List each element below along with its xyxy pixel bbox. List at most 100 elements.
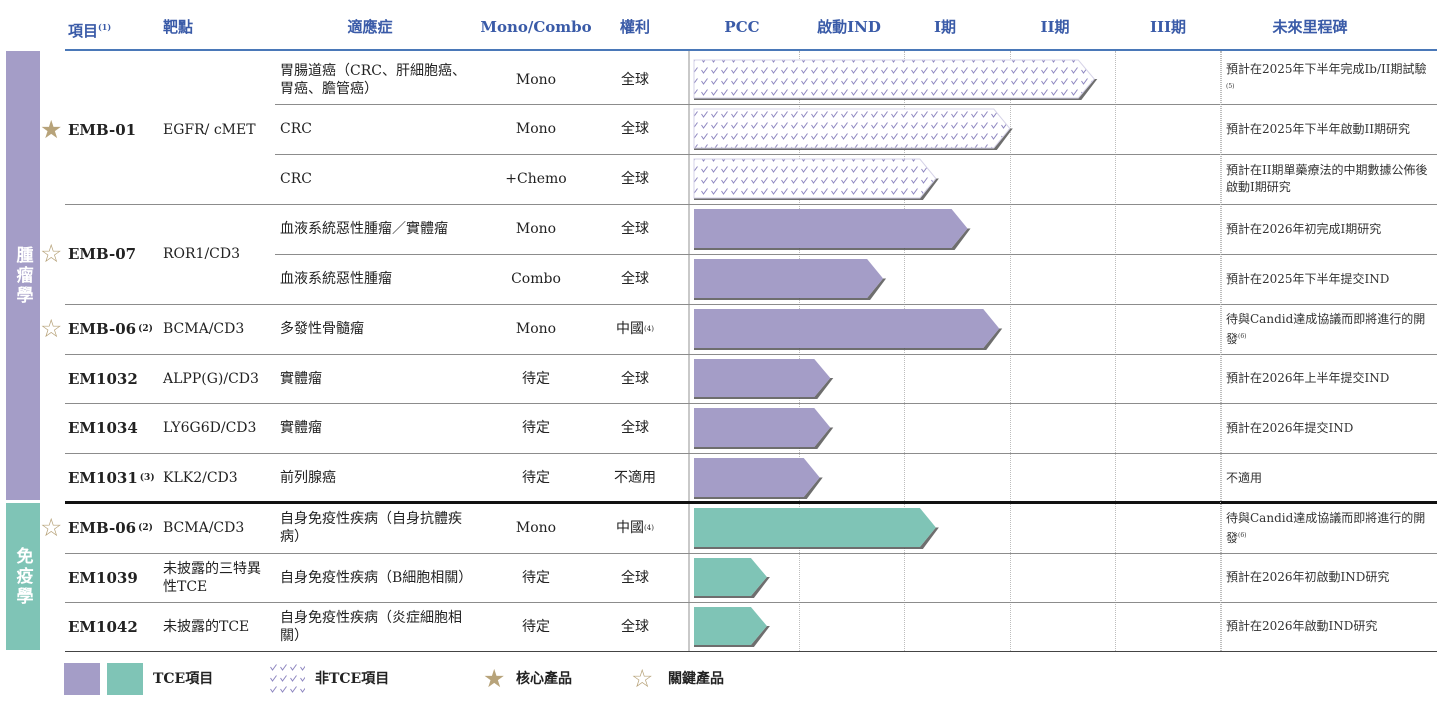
rights-cell: 全球 xyxy=(600,104,670,154)
rights-text: 全球 xyxy=(621,71,649,88)
row-line-bottom xyxy=(65,651,1437,652)
legend-tce-label: TCE項目 xyxy=(153,671,214,687)
indication-cell: 自身免疫性疾病（B細胞相關） xyxy=(280,553,476,602)
mono-combo-cell: Mono xyxy=(480,204,592,254)
mono-combo-cell: Mono xyxy=(480,304,592,354)
target-cell: LY6G6D/CD3 xyxy=(163,403,268,453)
mono-combo-text: Combo xyxy=(511,271,561,287)
indication-cell: 胃腸道癌（CRC、肝細胞癌、胃癌、膽管癌） xyxy=(280,55,476,104)
mono-combo-text: Mono xyxy=(515,71,557,88)
indication-cell: 自身免疫性疾病（自身抗體疾病） xyxy=(280,503,476,553)
milestone-text-wrap: 預計在2026年初完成I期研究 xyxy=(1226,221,1381,238)
indication-cell: CRC xyxy=(280,154,476,204)
rights-note: (4) xyxy=(644,524,654,532)
project-name: EMB-06 (2) xyxy=(68,304,163,354)
rights-cell: 全球 xyxy=(600,204,670,254)
mono-combo-cell: Mono xyxy=(480,55,592,104)
mono-combo-text: 待定 xyxy=(522,618,550,635)
milestone-text: 待與Candid達成協議而即將進行的開發 xyxy=(1226,311,1426,346)
rights-text: 全球 xyxy=(621,618,649,635)
target-cell: ROR1/CD3 xyxy=(163,204,268,304)
project-name: EM1034 xyxy=(68,403,163,453)
pipeline-bar-5 xyxy=(694,309,1000,348)
legend-core-label: 核心產品 xyxy=(516,671,572,687)
rights-cell: 全球 xyxy=(600,154,670,204)
pipeline-bar-7 xyxy=(694,408,831,447)
milestone-note: (5) xyxy=(1226,83,1235,90)
project-name-text: EMB-06 xyxy=(68,519,137,537)
target-text: KLK2/CD3 xyxy=(163,470,238,486)
rights-cell: 全球 xyxy=(600,602,670,651)
mono-combo-text: 待定 xyxy=(522,420,550,436)
project-name-text: EMB-06 xyxy=(68,320,137,338)
project-name: EM1042 xyxy=(68,602,163,651)
milestone-separator xyxy=(1220,51,1221,651)
rights-text: 全球 xyxy=(621,171,649,187)
rights-text: 中國 xyxy=(616,321,645,337)
core-star-icon: ★ xyxy=(40,114,63,144)
target-cell: 未披露的三特異性TCE xyxy=(163,553,268,602)
target-cell: BCMA/CD3 xyxy=(163,304,268,354)
milestone-cell: 待與Candid達成協議而即將進行的開發(6) xyxy=(1226,304,1434,354)
mono-combo-text: 待定 xyxy=(522,569,550,586)
milestone-text-wrap: 待與Candid達成協議而即將進行的開發(6) xyxy=(1226,510,1434,547)
rights-cell: 全球 xyxy=(600,354,670,403)
rights-cell: 中國 (4) xyxy=(600,304,670,354)
mono-combo-text: Mono xyxy=(515,520,557,536)
mono-combo-cell: +Chemo xyxy=(480,154,592,204)
mono-combo-cell: Combo xyxy=(480,254,592,304)
milestone-text-wrap: 待與Candid達成協議而即將進行的開發(6) xyxy=(1226,311,1434,348)
key-star-icon: ☆ xyxy=(40,314,63,343)
indication-text: 實體瘤 xyxy=(280,420,322,436)
target-cell: 未披露的TCE xyxy=(163,602,268,651)
target-cell: EGFR/ cMET xyxy=(163,55,268,204)
rights-cell: 不適用 xyxy=(600,453,670,503)
indication-cell: 前列腺癌 xyxy=(280,453,476,503)
milestone-text: 預計在2026年上半年提交IND xyxy=(1226,371,1390,385)
milestone-text: 預計在2026年提交IND xyxy=(1226,420,1354,435)
project-note: (2) xyxy=(138,523,153,533)
indication-text: CRC xyxy=(280,121,312,137)
indication-text: 多發性骨髓瘤 xyxy=(280,321,364,337)
mono-combo-text: Mono xyxy=(515,321,557,337)
milestone-cell: 待與Candid達成協議而即將進行的開發(6) xyxy=(1226,503,1434,553)
indication-cell: 多發性骨髓瘤 xyxy=(280,304,476,354)
key-star-icon: ☆ xyxy=(40,239,63,268)
milestone-cell: 預計在2026年提交IND xyxy=(1226,403,1434,453)
indication-text: CRC xyxy=(280,171,312,187)
milestone-text: 預計在2025年下半年提交IND xyxy=(1226,271,1390,286)
rights-cell: 中國 (4) xyxy=(600,503,670,553)
milestone-text-wrap: 預計在2026年上半年提交IND xyxy=(1226,370,1389,387)
target-text: 未披露的三特異性TCE xyxy=(163,560,261,595)
milestone-text: 預計在II期單藥療法的中期數據公佈後啟動I期研究 xyxy=(1226,163,1428,194)
target-text: 未披露的TCE xyxy=(163,618,250,635)
target-text: EGFR/ cMET xyxy=(163,121,256,138)
milestone-text: 預計在2026年初完成I期研究 xyxy=(1226,221,1382,236)
mono-combo-text: 待定 xyxy=(522,470,550,486)
milestone-cell: 不適用 xyxy=(1226,453,1434,503)
rights-text: 全球 xyxy=(621,121,649,137)
indication-text: 胃腸道癌（CRC、肝細胞癌、胃癌、膽管癌） xyxy=(280,62,466,97)
milestone-text-wrap: 預計在2025年下半年啟動II期研究 xyxy=(1226,121,1410,138)
target-text: BCMA/CD3 xyxy=(163,321,245,337)
mono-combo-text: +Chemo xyxy=(505,171,567,187)
milestone-text: 預計在2025年下半年完成Ib/II期試驗 xyxy=(1226,62,1427,76)
target-text: BCMA/CD3 xyxy=(163,520,245,536)
project-name-text: EM1032 xyxy=(68,369,138,388)
milestone-cell: 預計在2025年下半年提交IND xyxy=(1226,254,1434,304)
indication-text: 血液系統惡性腫瘤 xyxy=(280,271,392,287)
mono-combo-text: Mono xyxy=(515,221,557,237)
rights-text: 全球 xyxy=(621,271,649,287)
legend-core-star-icon: ★ xyxy=(483,664,506,693)
milestone-text: 預計在2025年下半年啟動II期研究 xyxy=(1226,121,1411,136)
milestone-text: 預計在2026年初啟動IND研究 xyxy=(1226,570,1390,584)
milestone-cell: 預計在II期單藥療法的中期數據公佈後啟動I期研究 xyxy=(1226,154,1434,204)
milestone-text: 預計在2026年啟動IND研究 xyxy=(1226,619,1378,633)
milestone-cell: 預計在2026年初啟動IND研究 xyxy=(1226,553,1434,602)
rights-cell: 全球 xyxy=(600,254,670,304)
pipeline-bar-8 xyxy=(694,458,820,497)
milestone-note: (6) xyxy=(1238,531,1247,539)
indication-text: 血液系統惡性腫瘤／實體瘤 xyxy=(280,221,448,237)
project-note: (2) xyxy=(138,324,153,334)
project-name: EMB-07 xyxy=(68,204,163,304)
